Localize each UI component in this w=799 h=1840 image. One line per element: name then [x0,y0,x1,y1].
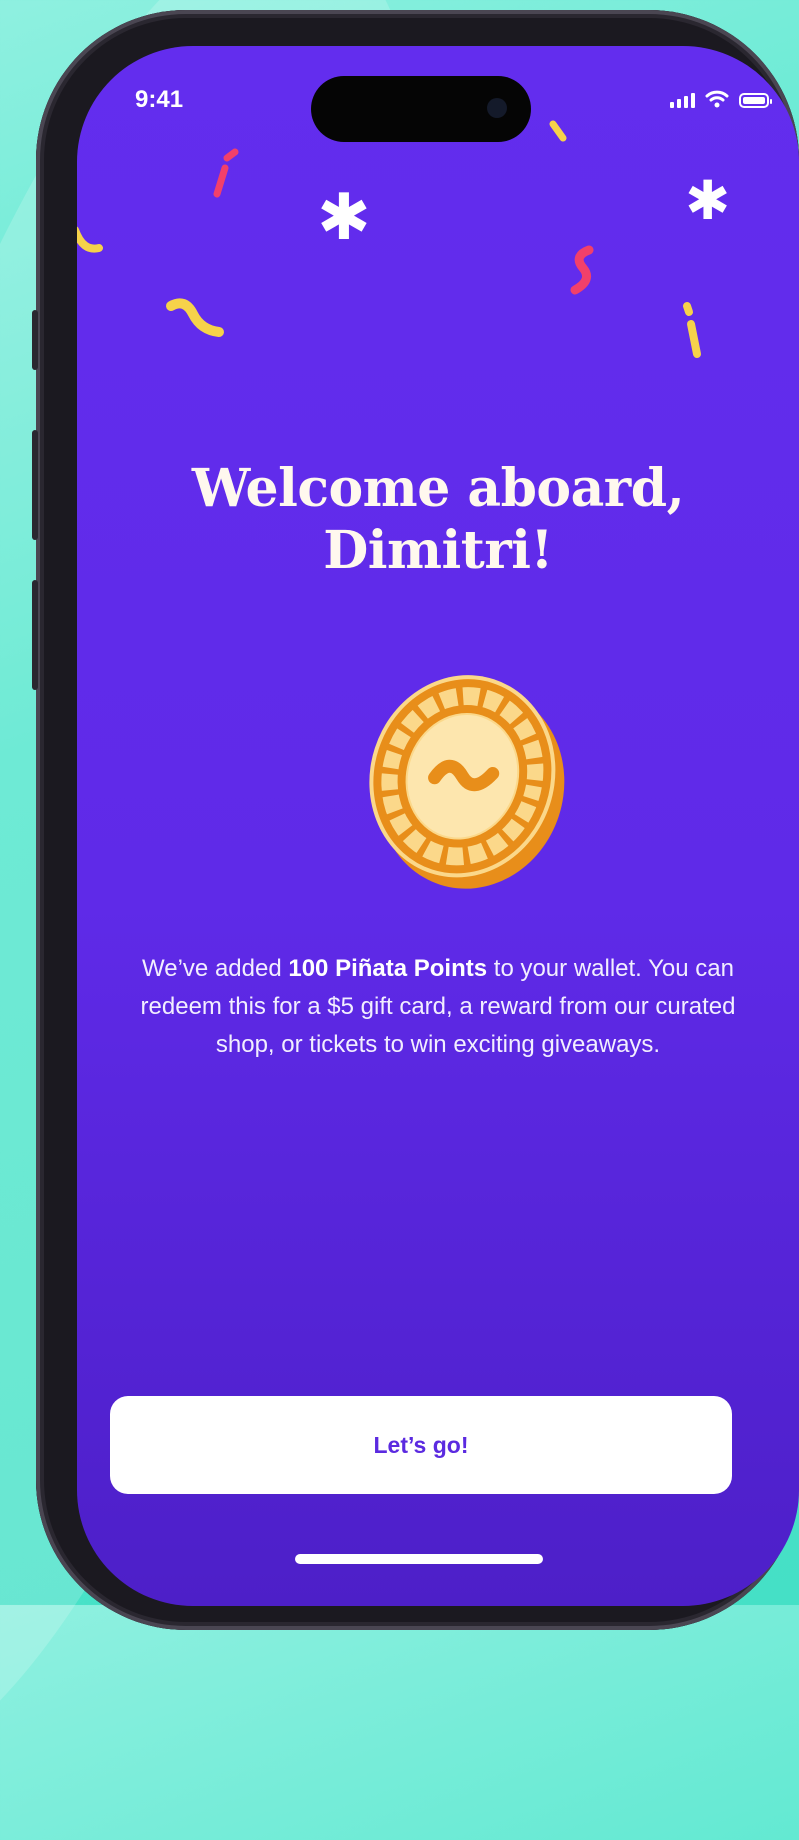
battery-icon [739,93,772,108]
cellular-signal-icon [670,93,695,108]
confetti-yellow-curl-left-icon [77,226,103,253]
status-icons [670,90,772,108]
lets-go-button[interactable]: Let’s go! [110,1396,732,1494]
confetti-asterisk-icon: ✱ [317,181,371,255]
confetti-pink-squiggle-icon [570,245,594,295]
phone-action-button [32,310,38,370]
description-prefix: We’ve added [142,955,289,982]
pinata-coin-icon [369,675,565,889]
welcome-title: Welcome aboard, Dimitri! [77,458,799,582]
status-time: 9:41 [135,86,184,113]
camera-icon [487,98,507,118]
points-description: We’ve added 100 Piñata Points to your wa… [137,950,739,1064]
confetti-pink-exclamation-icon [213,148,239,198]
app-screen: 9:41 ✱ ✱ Welcome aboard, Dimitri! We’ve … [77,46,799,1606]
home-indicator[interactable] [295,1554,543,1564]
welcome-title-name: Dimitri! [323,520,553,581]
welcome-title-line1: Welcome aboard, [191,458,685,519]
wifi-icon [705,90,729,108]
phone-volume-down-button [32,580,38,690]
phone-volume-up-button [32,430,38,540]
confetti-yellow-exclamation-icon [683,302,701,358]
confetti-yellow-dash-icon [549,120,567,142]
phone-frame: 9:41 ✱ ✱ Welcome aboard, Dimitri! We’ve … [32,10,799,1630]
dynamic-island [311,76,531,142]
confetti-asterisk-icon: ✱ [685,169,731,232]
points-amount: 100 Piñata Points [288,955,488,982]
confetti-yellow-squiggle-icon [166,298,224,337]
